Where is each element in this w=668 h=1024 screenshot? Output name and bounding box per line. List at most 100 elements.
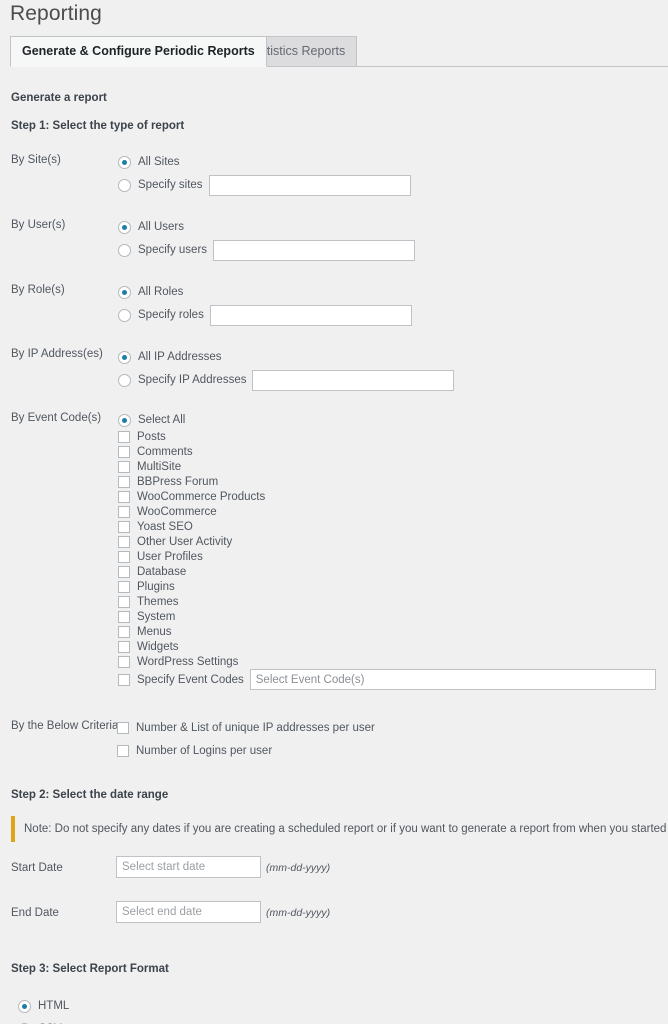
- note-text: Note: Do not specify any dates if you ar…: [24, 823, 668, 835]
- by-sites-label: By Site(s): [11, 154, 61, 166]
- specify-roles-input[interactable]: [209, 304, 412, 326]
- reporting-page: Reporting Generate & Configure Periodic …: [0, 0, 668, 1024]
- by-event-codes-options: Select All Posts Comments MultiSite BBPress…: [118, 411, 656, 690]
- specify-sites-input[interactable]: [208, 174, 411, 196]
- by-below-criteria-options: Number & List of unique IP addresses per…: [117, 718, 375, 761]
- radio-icon: [118, 350, 131, 364]
- event-code-checkbox-list: Posts Comments MultiSite BBPress Forum WooCo…: [118, 429, 656, 669]
- checkbox-icon: [118, 673, 130, 686]
- checkbox-icon: [118, 520, 130, 533]
- checkbox-icon: [118, 460, 130, 473]
- checkbox-event-code-5[interactable]: WooCommerce: [118, 504, 656, 519]
- checkbox-label: Yoast SEO: [137, 520, 193, 533]
- radio-icon: [118, 178, 131, 192]
- checkbox-label: WordPress Settings: [137, 655, 239, 668]
- radio-all-users[interactable]: All Users: [118, 217, 415, 237]
- by-sites-options: All Sites Specify sites: [118, 152, 411, 196]
- checkbox-icon: [118, 640, 130, 653]
- checkbox-label: Database: [137, 565, 187, 578]
- checkbox-event-code-2[interactable]: MultiSite: [118, 459, 656, 474]
- radio-label: All Sites: [138, 156, 180, 168]
- tab-label: Generate & Configure Periodic Reports: [22, 44, 255, 59]
- radio-format-html[interactable]: HTML: [18, 996, 69, 1016]
- radio-label: Select All: [138, 414, 186, 426]
- radio-icon: [118, 373, 131, 387]
- generate-a-report-heading: Generate a report: [11, 92, 107, 104]
- checkbox-icon: [118, 490, 130, 503]
- by-users-options: All Users Specify users: [118, 217, 416, 261]
- start-date-label: Start Date: [11, 862, 63, 874]
- by-event-codes-label: By Event Code(s): [11, 412, 102, 424]
- checkbox-label: User Profiles: [137, 550, 203, 563]
- step3-heading: Step 3: Select Report Format: [11, 963, 169, 975]
- radio-all-sites[interactable]: All Sites: [118, 152, 411, 172]
- start-date-input[interactable]: Select start date: [116, 856, 261, 878]
- checkbox-event-code-13[interactable]: Menus: [118, 624, 656, 639]
- end-date-label: End Date: [11, 907, 59, 919]
- checkbox-event-code-15[interactable]: WordPress Settings: [118, 654, 656, 669]
- checkbox-event-code-6[interactable]: Yoast SEO: [118, 519, 656, 534]
- checkbox-event-code-10[interactable]: Plugins: [118, 579, 656, 594]
- specify-ip-addresses-input[interactable]: [252, 369, 455, 391]
- checkbox-icon: [118, 535, 130, 548]
- radio-format-csv[interactable]: CSV: [18, 1019, 69, 1024]
- checkbox-icon: [118, 625, 130, 638]
- radio-icon: [118, 243, 131, 257]
- radio-specify-roles[interactable]: Specify roles: [118, 304, 412, 326]
- radio-icon: [18, 999, 31, 1013]
- checkbox-label: Plugins: [137, 580, 175, 593]
- by-below-criteria-label: By the Below Criteria: [11, 720, 119, 732]
- checkbox-event-code-8[interactable]: User Profiles: [118, 549, 656, 564]
- by-roles-label: By Role(s): [11, 284, 65, 296]
- radio-select-all-event-codes[interactable]: Select All: [118, 411, 656, 429]
- checkbox-icon: [118, 580, 130, 593]
- checkbox-label: Themes: [137, 595, 179, 608]
- checkbox-event-code-11[interactable]: Themes: [118, 594, 656, 609]
- checkbox-label: BBPress Forum: [137, 475, 219, 488]
- checkbox-event-code-7[interactable]: Other User Activity: [118, 534, 656, 549]
- checkbox-event-code-4[interactable]: WooCommerce Products: [118, 489, 656, 504]
- checkbox-event-code-3[interactable]: BBPress Forum: [118, 474, 656, 489]
- radio-specify-sites[interactable]: Specify sites: [118, 174, 411, 196]
- checkbox-label: System: [137, 610, 176, 623]
- start-date-format-hint: (mm-dd-yyyy): [266, 862, 331, 874]
- checkbox-event-code-12[interactable]: System: [118, 609, 656, 624]
- checkbox-icon: [118, 595, 130, 608]
- checkbox-label: Posts: [137, 430, 166, 443]
- checkbox-label: WooCommerce: [137, 505, 217, 518]
- checkbox-label: WooCommerce Products: [137, 490, 266, 503]
- specify-event-codes-input[interactable]: Select Event Code(s): [249, 669, 656, 690]
- checkbox-label: Other User Activity: [137, 535, 233, 548]
- radio-icon: [118, 155, 131, 169]
- checkbox-label: Comments: [137, 445, 193, 458]
- by-users-label: By User(s): [11, 219, 66, 231]
- radio-specify-ip-addresses[interactable]: Specify IP Addresses: [118, 369, 455, 391]
- checkbox-event-code-14[interactable]: Widgets: [118, 639, 656, 654]
- checkbox-event-code-0[interactable]: Posts: [118, 429, 656, 444]
- checkbox-criteria-1[interactable]: Number of Logins per user: [117, 741, 375, 761]
- end-date-format-hint: (mm-dd-yyyy): [266, 907, 331, 919]
- checkbox-icon: [118, 550, 130, 563]
- tab-generate-configure-periodic-reports[interactable]: Generate & Configure Periodic Reports: [10, 36, 267, 67]
- radio-icon: [118, 308, 131, 322]
- radio-label: Specify IP Addresses: [138, 374, 247, 386]
- step1-heading: Step 1: Select the type of report: [11, 120, 185, 132]
- checkbox-label: Specify Event Codes: [137, 673, 244, 686]
- checkbox-event-code-1[interactable]: Comments: [118, 444, 656, 459]
- radio-label: All Users: [138, 221, 185, 233]
- checkbox-criteria-0[interactable]: Number & List of unique IP addresses per…: [117, 718, 375, 738]
- specify-users-input[interactable]: [213, 239, 416, 261]
- checkbox-icon: [118, 565, 130, 578]
- end-date-input[interactable]: Select end date: [116, 901, 261, 923]
- radio-specify-users[interactable]: Specify users: [118, 239, 416, 261]
- checkbox-icon: [118, 610, 130, 623]
- page-title: Reporting: [10, 2, 102, 25]
- radio-all-ip-addresses[interactable]: All IP Addresses: [118, 347, 454, 367]
- checkbox-specify-event-codes[interactable]: Specify Event Codes Select Event Code(s): [118, 669, 656, 690]
- checkbox-label: Number & List of unique IP addresses per…: [136, 722, 375, 734]
- step2-heading: Step 2: Select the date range: [11, 789, 169, 801]
- checkbox-label: Widgets: [137, 640, 179, 653]
- checkbox-event-code-9[interactable]: Database: [118, 564, 656, 579]
- radio-all-roles[interactable]: All Roles: [118, 282, 412, 302]
- radio-label: All IP Addresses: [138, 351, 222, 363]
